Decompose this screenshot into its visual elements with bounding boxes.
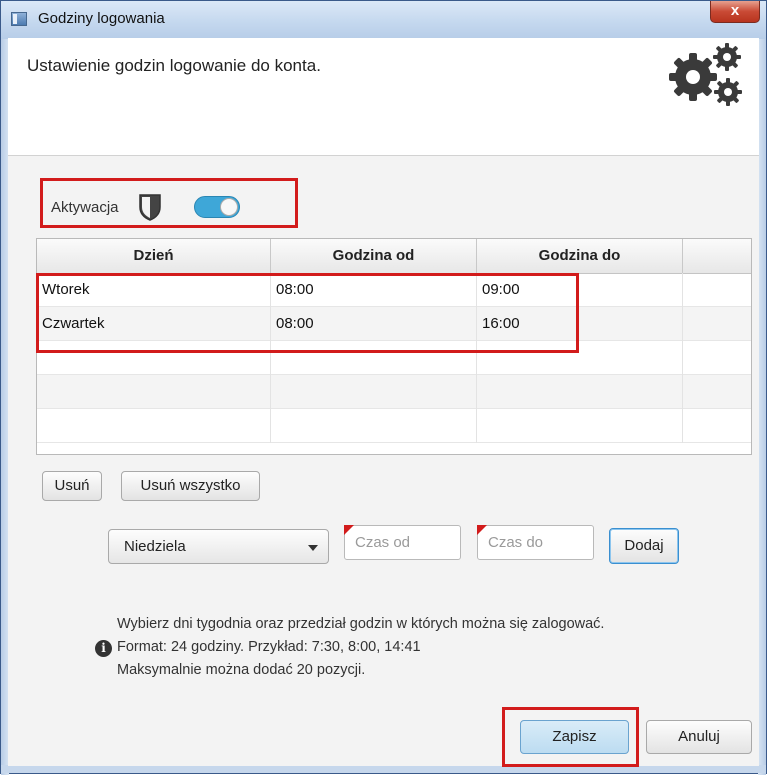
cell-extra	[683, 307, 751, 341]
cancel-button[interactable]: Anuluj	[646, 720, 752, 754]
cell-empty	[37, 409, 271, 443]
cell-empty	[477, 409, 683, 443]
info-line-3: Maksymalnie można dodać 20 pozycji.	[117, 662, 366, 678]
time-from-input[interactable]: Czas od	[344, 525, 461, 560]
time-to-placeholder: Czas do	[488, 534, 544, 551]
cell-empty	[271, 409, 477, 443]
close-button[interactable]: x	[710, 1, 760, 23]
frame-right	[758, 39, 766, 775]
info-text: Wybierz dni tygodnia oraz przedział godz…	[117, 613, 604, 682]
time-from-placeholder: Czas od	[355, 534, 411, 551]
table-header: Dzień Godzina od Godzina do	[37, 239, 751, 274]
remove-all-button[interactable]: Usuń wszystko	[121, 471, 260, 501]
cell-extra	[683, 273, 751, 307]
day-select-value: Niedziela	[124, 538, 186, 555]
rows-highlight	[36, 273, 579, 353]
window-icon	[11, 12, 27, 26]
cell-empty	[271, 375, 477, 409]
column-header-extra	[683, 239, 751, 273]
save-highlight	[502, 707, 639, 767]
cell-empty	[477, 375, 683, 409]
chevron-down-icon	[308, 545, 318, 551]
column-header-to[interactable]: Godzina do	[477, 239, 683, 273]
time-to-input[interactable]: Czas do	[477, 525, 594, 560]
day-select[interactable]: Niedziela	[108, 529, 329, 564]
info-line-2: Format: 24 godziny. Przykład: 7:30, 8:00…	[117, 639, 421, 655]
add-button[interactable]: Dodaj	[609, 528, 679, 564]
info-icon: i	[95, 640, 112, 657]
column-header-from[interactable]: Godzina od	[271, 239, 477, 273]
required-marker	[344, 525, 354, 535]
title-bar[interactable]: Godziny logowania x	[1, 1, 766, 40]
header-description: Ustawienie godzin logowanie do konta.	[27, 56, 321, 75]
info-line-1: Wybierz dni tygodnia oraz przedział godz…	[117, 616, 605, 632]
gears-icon	[669, 43, 742, 106]
table-row-empty	[37, 375, 751, 409]
required-marker	[477, 525, 487, 535]
window-title: Godziny logowania	[38, 10, 165, 27]
column-header-day[interactable]: Dzień	[37, 239, 271, 273]
remove-button[interactable]: Usuń	[42, 471, 102, 501]
activation-highlight	[40, 178, 298, 228]
cell-empty	[37, 375, 271, 409]
table-row-empty	[37, 409, 751, 443]
frame-bottom	[1, 765, 766, 773]
